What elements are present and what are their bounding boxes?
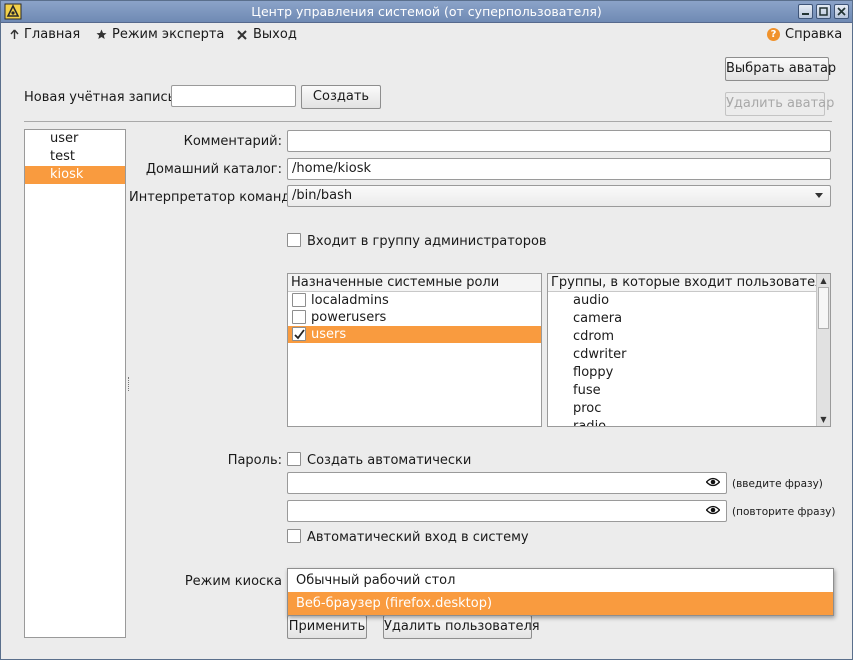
kiosk-mode-label: Режим киоска [184,574,282,589]
minimize-button[interactable] [798,4,813,19]
shell-select-value: /bin/bash [292,188,353,203]
delete-user-button[interactable]: Удалить пользователя [383,615,540,639]
role-item-users[interactable]: users [288,326,541,343]
menu-bar: Главная Режим эксперта Выход ? Справка [1,23,852,47]
list-item[interactable]: fuse [548,382,816,400]
eye-icon[interactable] [706,477,720,487]
list-item[interactable]: audio [548,292,816,310]
groups-header: Группы, в которые входит пользователь [548,274,830,292]
password-repeat-hint: (повторите фразу) [732,506,836,518]
role-label: powerusers [311,310,387,325]
menu-help[interactable]: ? Справка [767,27,842,42]
comment-label: Комментарий: [183,134,282,149]
role-item-powerusers[interactable]: powerusers [288,309,541,326]
help-icon: ? [767,28,780,41]
separator [24,121,832,122]
list-item[interactable]: user [25,130,125,148]
admin-group-label: Входит в группу администраторов [307,234,547,249]
delete-avatar-button[interactable]: Удалить аватар [725,92,834,116]
list-item[interactable]: test [25,148,125,166]
roles-header: Назначенные системные роли [288,274,541,292]
autologin-label: Автоматический вход в систему [307,530,529,545]
list-item[interactable]: radio [548,418,816,426]
choose-avatar-button[interactable]: Выбрать аватар [725,57,836,81]
create-button[interactable]: Создать [301,85,381,109]
shell-select[interactable]: /bin/bash [287,185,831,207]
admin-group-checkbox[interactable] [287,233,301,247]
home-dir-input[interactable]: /home/kiosk [287,158,831,180]
kiosk-option-browser[interactable]: Веб-браузер (firefox.desktop) [288,592,833,615]
menu-help-label: Справка [785,27,843,42]
list-item[interactable]: proc [548,400,816,418]
password-repeat-input[interactable] [287,500,727,522]
main-window: Центр управления системой (от суперпольз… [0,0,853,660]
menu-exit[interactable]: Выход [236,27,297,42]
scroll-down-icon[interactable]: ▼ [817,413,830,426]
shell-label: Интерпретатор команд: [129,190,295,205]
role-label: localadmins [311,293,389,308]
home-dir-label: Домашний каталог: [145,162,282,177]
menu-expert-mode[interactable]: Режим эксперта [96,27,224,42]
apply-button[interactable]: Применить [287,615,367,639]
eye-icon[interactable] [706,505,720,515]
list-item[interactable]: floppy [548,364,816,382]
role-checkbox-checked[interactable] [292,327,306,341]
auto-password-label: Создать автоматически [307,453,472,468]
menu-home-label: Главная [24,27,81,42]
scroll-up-icon[interactable]: ▲ [817,274,830,287]
user-list[interactable]: user test kiosk [24,129,126,638]
password-label: Пароль: [227,453,282,468]
chevron-down-icon [815,193,823,198]
new-account-label: Новая учётная запись: [24,90,180,105]
role-checkbox[interactable] [292,310,306,324]
checkmark-icon [294,329,305,340]
role-item-localadmins[interactable]: localadmins [288,292,541,309]
list-item[interactable]: kiosk [25,166,125,184]
roles-list[interactable]: Назначенные системные роли localadmins p… [287,273,542,427]
comment-input[interactable] [287,130,831,152]
close-button[interactable] [834,4,849,19]
groups-list[interactable]: Группы, в которые входит пользователь au… [547,273,831,427]
maximize-button[interactable] [816,4,831,19]
title-bar[interactable]: Центр управления системой (от суперпольз… [1,1,852,23]
groups-scrollbar[interactable]: ▲ ▼ [816,274,830,426]
splitter-handle[interactable] [128,377,130,391]
arrow-up-icon [10,29,19,39]
star-icon [96,29,107,39]
autologin-checkbox[interactable] [287,529,301,543]
menu-exit-label: Выход [253,27,297,42]
password-enter-hint: (введите фразу) [732,478,823,490]
menu-expert-label: Режим эксперта [112,27,225,42]
auto-password-checkbox[interactable] [287,452,301,466]
list-item[interactable]: camera [548,310,816,328]
exit-icon [237,29,247,40]
role-checkbox[interactable] [292,293,306,307]
menu-home[interactable]: Главная [10,27,80,42]
scroll-thumb[interactable] [818,287,829,329]
password-input[interactable] [287,472,727,494]
kiosk-mode-dropdown[interactable]: Обычный рабочий стол Веб-браузер (firefo… [287,568,834,616]
list-item[interactable]: cdrom [548,328,816,346]
list-item[interactable]: cdwriter [548,346,816,364]
role-label: users [311,327,347,342]
new-account-input[interactable] [171,85,296,107]
window-title: Центр управления системой (от суперпольз… [251,4,602,19]
kiosk-option-desktop[interactable]: Обычный рабочий стол [288,569,833,592]
